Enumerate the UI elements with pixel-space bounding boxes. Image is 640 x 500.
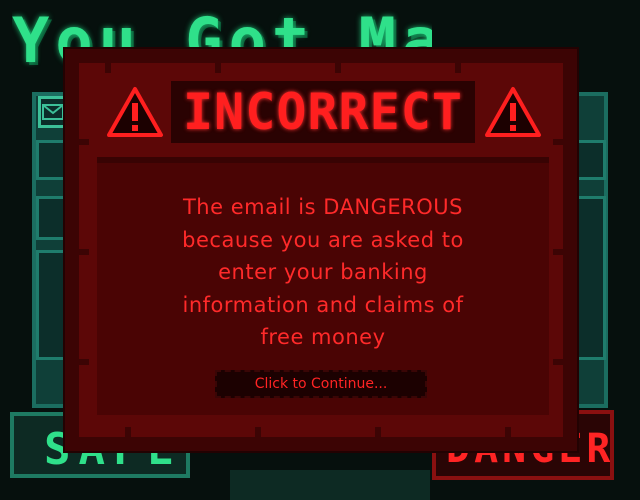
- dialog-border-notch: [79, 359, 89, 365]
- dialog-border-notch: [553, 249, 563, 255]
- dialog-border-notch: [553, 139, 563, 145]
- dialog-border-notch: [553, 359, 563, 365]
- dialog-message: The email is DANGEROUS because you are a…: [182, 195, 464, 349]
- dialog-border-right: [563, 49, 577, 451]
- continue-button[interactable]: Click to Continue...: [215, 370, 427, 398]
- dialog-border-notch: [79, 249, 89, 255]
- dialog-border-notch: [125, 427, 131, 437]
- dialog-header: INCORRECT: [95, 77, 551, 161]
- dialog-border-notch: [455, 63, 461, 73]
- dialog-border-left: [65, 49, 79, 451]
- bottom-strip: [230, 470, 430, 500]
- dialog-border-notch: [335, 63, 341, 73]
- dialog-title: INCORRECT: [171, 81, 475, 143]
- dialog-border-notch: [375, 427, 381, 437]
- dialog-border-notch: [215, 63, 221, 73]
- warning-triangle-icon: [107, 87, 163, 137]
- warning-triangle-icon: [485, 87, 541, 137]
- dialog-border-top: [65, 49, 577, 63]
- dialog-border-notch: [79, 139, 89, 145]
- dialog-border-notch: [105, 63, 111, 73]
- dialog-border-bottom: [65, 437, 577, 451]
- incorrect-dialog: INCORRECT The email is DANGEROUS because…: [63, 47, 579, 453]
- dialog-border-notch: [255, 427, 261, 437]
- dialog-border-notch: [505, 427, 511, 437]
